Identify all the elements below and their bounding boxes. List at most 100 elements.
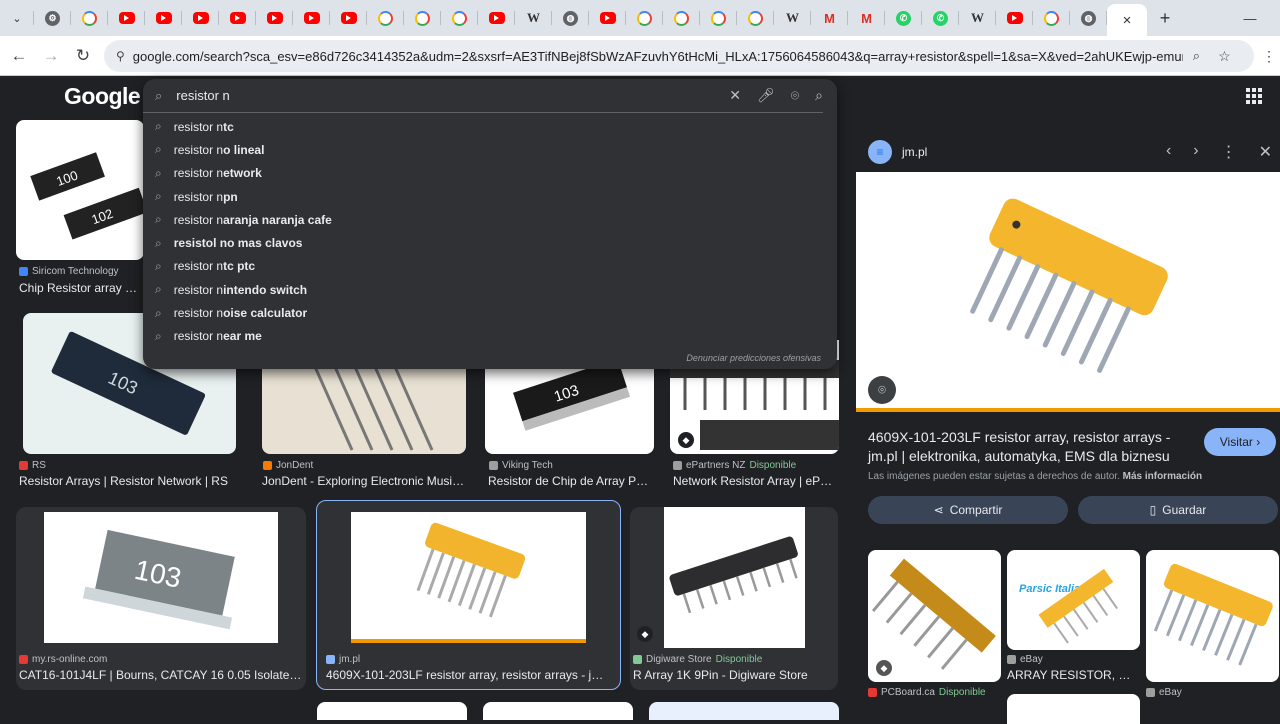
result-title[interactable]: R Array 1K 9Pin - Digiware Store: [633, 668, 833, 682]
microphone-icon[interactable]: 🎤︎: [757, 87, 775, 104]
result-source[interactable]: Siricom Technology: [19, 266, 119, 277]
result-image[interactable]: [649, 702, 839, 720]
tab-youtube[interactable]: [330, 0, 367, 36]
suggestion-item[interactable]: ⌕ resistor n tc ptc: [143, 255, 837, 278]
result-source[interactable]: RS: [19, 460, 46, 471]
tab-google[interactable]: [626, 0, 663, 36]
related-source[interactable]: PCBoard.ca Disponible: [868, 687, 986, 698]
tab-gmail[interactable]: M: [811, 0, 848, 36]
clear-search-icon[interactable]: ✕: [729, 87, 741, 104]
tab-gmail[interactable]: M: [848, 0, 885, 36]
visit-button[interactable]: Visitar ›: [1204, 428, 1276, 456]
save-button[interactable]: ▯ Guardar: [1078, 496, 1278, 524]
related-image[interactable]: [1146, 550, 1279, 682]
tab-google[interactable]: [700, 0, 737, 36]
tab-google[interactable]: [404, 0, 441, 36]
close-icon[interactable]: ✕: [1259, 142, 1272, 162]
more-options-icon[interactable]: ⋮: [1221, 142, 1237, 162]
suggestion-item[interactable]: ⌕ resistor n pn: [143, 185, 837, 208]
related-image[interactable]: Parsic Italia: [1007, 550, 1140, 650]
result-image[interactable]: [483, 702, 633, 720]
tab-google[interactable]: [367, 0, 404, 36]
result-image[interactable]: [351, 512, 586, 643]
browser-menu-icon[interactable]: ⋮: [1262, 48, 1276, 65]
google-logo[interactable]: Google: [64, 83, 141, 110]
result-source[interactable]: ePartners NZ Disponible: [673, 460, 796, 471]
result-title[interactable]: CAT16-101J4LF | Bourns, CATCAY 16 0.05 I…: [19, 668, 305, 682]
back-button[interactable]: ←: [3, 40, 35, 72]
tab-gear[interactable]: ⚙: [34, 0, 71, 36]
result-title[interactable]: Resistor de Chip de Array Pla...: [488, 474, 650, 488]
omnibox[interactable]: ⚲ google.com/search?sca_esv=e86d726c3414…: [104, 40, 1254, 72]
tab-google[interactable]: [441, 0, 478, 36]
tab-wikipedia[interactable]: W: [774, 0, 811, 36]
tab-whatsapp[interactable]: ✆: [922, 0, 959, 36]
result-image[interactable]: 103: [44, 512, 278, 643]
suggestion-item[interactable]: ⌕ resistol no mas clavos: [143, 231, 837, 254]
tab-youtube[interactable]: [108, 0, 145, 36]
tab-search-menu[interactable]: ⌄: [0, 0, 34, 36]
tab-google[interactable]: [1033, 0, 1070, 36]
bookmark-star-icon[interactable]: ☆: [1218, 48, 1231, 65]
search-input[interactable]: resistor n: [176, 88, 729, 103]
url-text[interactable]: google.com/search?sca_esv=e86d726c341435…: [133, 49, 1183, 64]
related-source[interactable]: eBay: [1007, 654, 1043, 665]
site-info-icon[interactable]: ⚲: [116, 49, 125, 63]
result-source[interactable]: jm.pl: [326, 654, 360, 665]
panel-source[interactable]: ≡ jm.pl: [868, 140, 927, 164]
result-title[interactable]: Chip Resistor array – Sir: [19, 281, 143, 295]
report-predictions-link[interactable]: Denunciar predicciones ofensivas: [686, 353, 821, 363]
minimize-icon[interactable]: —: [1244, 11, 1257, 26]
preview-image[interactable]: [856, 172, 1280, 412]
result-title[interactable]: Resistor Arrays | Resistor Network | RS: [19, 474, 249, 488]
active-tab[interactable]: ×: [1107, 4, 1147, 36]
suggestion-item[interactable]: ⌕ resistor n ear me: [143, 325, 837, 348]
apps-grid-icon[interactable]: [1246, 88, 1262, 104]
search-submit-icon[interactable]: ⌕: [815, 87, 823, 104]
suggestion-item[interactable]: ⌕ resistor n oise calculator: [143, 301, 837, 324]
suggestion-item[interactable]: ⌕ resistor n aranja naranja cafe: [143, 208, 837, 231]
lens-search-icon[interactable]: ⌾: [868, 376, 896, 404]
tab-wikipedia[interactable]: W: [515, 0, 552, 36]
tab-google[interactable]: [71, 0, 108, 36]
lens-camera-icon[interactable]: ⌾: [791, 87, 799, 104]
suggestion-item[interactable]: ⌕ resistor no lineal: [143, 138, 837, 161]
tab-whatsapp[interactable]: ✆: [885, 0, 922, 36]
tab-wikipedia[interactable]: W: [959, 0, 996, 36]
tab-youtube[interactable]: [219, 0, 256, 36]
result-title[interactable]: JonDent - Exploring Electronic Music: ..…: [262, 474, 466, 488]
more-info-link[interactable]: Más información: [1123, 471, 1202, 482]
suggestion-item[interactable]: ⌕ resistor n etwork: [143, 162, 837, 185]
result-image[interactable]: [664, 507, 805, 648]
new-tab-button[interactable]: +: [1147, 0, 1183, 36]
tab-google[interactable]: [663, 0, 700, 36]
tab-youtube[interactable]: [182, 0, 219, 36]
forward-button[interactable]: →: [35, 40, 67, 72]
tab-google[interactable]: [737, 0, 774, 36]
tab-youtube[interactable]: [293, 0, 330, 36]
panel-site-name[interactable]: jm.pl: [902, 145, 927, 159]
result-image[interactable]: 100 102: [16, 120, 144, 260]
related-image[interactable]: ◆: [868, 550, 1001, 682]
chevron-right-icon[interactable]: ›: [1193, 142, 1198, 162]
zoom-icon[interactable]: ⌕: [1193, 48, 1200, 64]
result-source[interactable]: Viking Tech: [489, 460, 553, 471]
tab-youtube[interactable]: [145, 0, 182, 36]
close-tab-icon[interactable]: ×: [1123, 12, 1132, 29]
chevron-left-icon[interactable]: ‹: [1166, 142, 1171, 162]
result-source[interactable]: my.rs-online.com: [19, 654, 107, 665]
related-source[interactable]: eBay: [1146, 687, 1182, 698]
result-title[interactable]: Network Resistor Array | ePart...: [673, 474, 835, 488]
result-image[interactable]: [317, 702, 467, 720]
suggestion-item[interactable]: ⌕ resistor n tc: [143, 115, 837, 138]
suggestion-item[interactable]: ⌕ resistor n intendo switch: [143, 278, 837, 301]
result-source[interactable]: Digiware Store Disponible: [633, 654, 762, 665]
tab-youtube[interactable]: [589, 0, 626, 36]
tab-youtube[interactable]: [256, 0, 293, 36]
result-title[interactable]: 4609X-101-203LF resistor array, resistor…: [326, 668, 612, 682]
tab-youtube[interactable]: [478, 0, 515, 36]
tab-youtube[interactable]: [996, 0, 1033, 36]
panel-title[interactable]: 4609X-101-203LF resistor array, resistor…: [868, 428, 1198, 466]
share-button[interactable]: ⋖ Compartir: [868, 496, 1068, 524]
result-source[interactable]: JonDent: [263, 460, 313, 471]
